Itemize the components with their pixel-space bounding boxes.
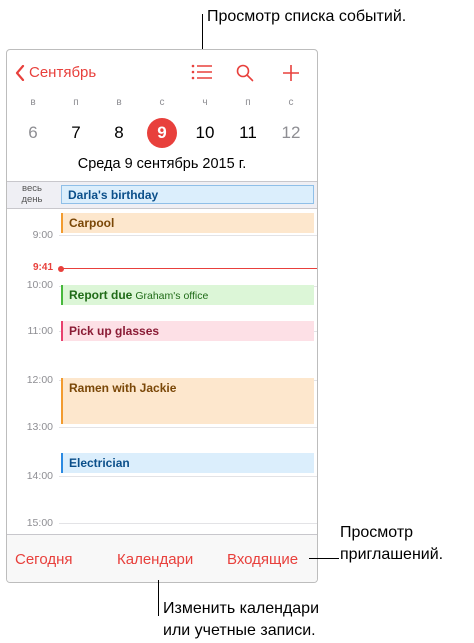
current-time-line (63, 268, 317, 269)
chevron-left-icon (15, 64, 25, 81)
weekday-label: в (116, 97, 122, 108)
back-button[interactable]: Сентябрь (15, 64, 96, 81)
event-pick-up-glasses[interactable]: Pick up glasses (61, 321, 314, 341)
date-cell[interactable]: 7 (56, 118, 96, 148)
event-ramen-with-jackie[interactable]: Ramen with Jackie (61, 378, 314, 424)
selected-date-title: Среда 9 сентябрь 2015 г. (77, 156, 247, 172)
calendars-button[interactable]: Календари (117, 551, 193, 568)
date-row: 6 7 8 9 10 11 12 (7, 118, 317, 148)
search-icon[interactable] (236, 64, 254, 82)
date-cell[interactable]: 12 (271, 118, 311, 148)
hour-label: 15:00 (26, 517, 53, 529)
date-cell[interactable]: 8 (99, 118, 139, 148)
event-title: Electrician (69, 456, 130, 470)
weekday-row: в п в с ч п с (7, 97, 317, 111)
event-title: Pick up glasses (69, 324, 160, 338)
add-icon[interactable] (282, 64, 300, 82)
hour-gridline (59, 235, 317, 236)
hour-label: 11:00 (27, 325, 54, 337)
all-day-event[interactable]: Darla's birthday (61, 185, 314, 204)
event-title: Ramen with Jackie (69, 381, 177, 395)
callout-line-inbox (309, 558, 339, 559)
hour-gridline (59, 476, 317, 477)
callout-edit-calendars: Изменить календари или учетные записи. (163, 600, 320, 639)
inbox-button[interactable]: Входящие (227, 551, 298, 568)
hour-gridline (59, 523, 317, 524)
hour-gridline (59, 427, 317, 428)
hour-label: 12:00 (26, 374, 53, 386)
nav-bar: Сентябрь (7, 50, 317, 90)
date-cell[interactable]: 6 (13, 118, 53, 148)
weekday-label: п (245, 97, 251, 108)
bottom-toolbar: Сегодня Календари Входящие (7, 534, 317, 582)
callout-line-calendars (158, 580, 159, 616)
weekday-label: с (288, 97, 294, 108)
callout-invitations: Просмотр приглашений. (340, 524, 444, 563)
weekday-label: в (30, 97, 36, 108)
current-time-dot (58, 266, 64, 272)
all-day-label: весь день (21, 183, 43, 205)
back-label: Сентябрь (29, 64, 97, 81)
calendar-app: Сентябрь в п в с ч п с 6 7 8 9 10 11 12 (6, 49, 318, 583)
date-cell[interactable]: 10 (185, 118, 225, 148)
weekday-label: ч (202, 97, 208, 108)
today-button[interactable]: Сегодня (15, 551, 73, 568)
list-view-icon[interactable] (191, 64, 213, 80)
hour-label: 14:00 (26, 470, 53, 482)
event-carpool[interactable]: Carpool (61, 213, 314, 233)
callout-list-view: Просмотр списка событий. (207, 8, 407, 25)
hour-label: 13:00 (26, 421, 53, 433)
event-report-due[interactable]: Report due Graham's office (61, 285, 314, 305)
hour-label: 9:00 (32, 229, 53, 241)
date-cell-selected[interactable]: 9 (147, 118, 177, 148)
event-location: Graham's office (135, 290, 209, 302)
weekday-label: с (159, 97, 165, 108)
date-cell[interactable]: 11 (228, 118, 268, 148)
weekday-label: п (73, 97, 79, 108)
hour-label: 10:00 (26, 279, 53, 291)
event-title: Report due (69, 288, 133, 302)
current-time-label: 9:41 (32, 262, 53, 273)
event-title: Carpool (69, 216, 115, 230)
event-electrician[interactable]: Electrician (61, 453, 314, 473)
